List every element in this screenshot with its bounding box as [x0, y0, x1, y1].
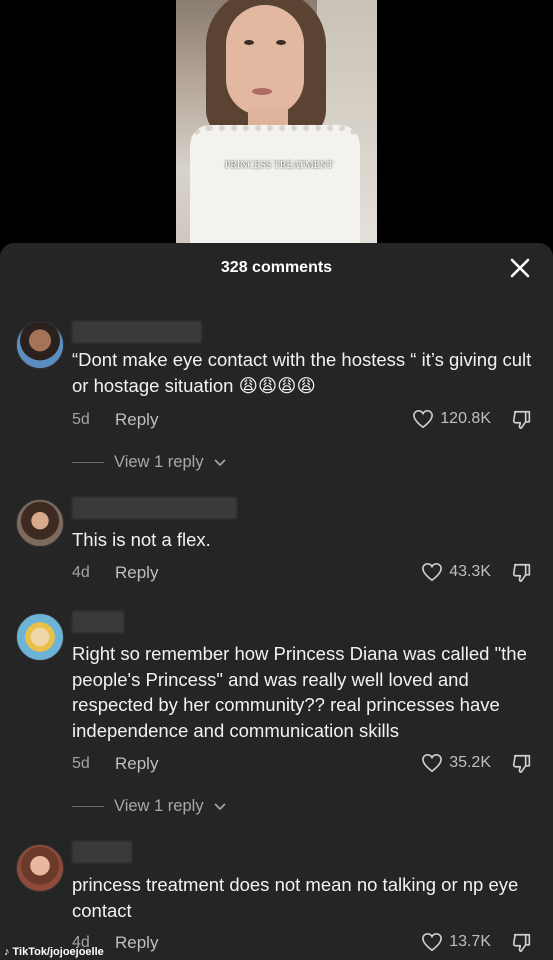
divider — [72, 806, 104, 807]
avatar[interactable] — [16, 321, 64, 369]
username-redacted[interactable] — [72, 321, 202, 343]
right-eye — [276, 40, 286, 45]
like-button[interactable]: 13.7K — [421, 932, 491, 952]
watermark: ♪ TikTok/jojoejoelle — [4, 946, 104, 958]
thumbs-down-icon[interactable] — [511, 409, 533, 431]
reply-button[interactable]: Reply — [115, 410, 158, 430]
comment-text: Right so remember how Princess Diana was… — [72, 643, 527, 741]
avatar[interactable] — [16, 613, 64, 661]
view-replies-label: View 1 reply — [114, 797, 204, 815]
tiktok-icon: ♪ — [4, 946, 10, 958]
comment-text: This is not a flex. — [72, 529, 211, 550]
username-redacted[interactable] — [72, 497, 237, 519]
lace-top — [190, 125, 360, 243]
view-replies-button[interactable]: View 1 reply — [72, 797, 226, 816]
video-preview[interactable]: PRINCESS TREATMENT — [176, 0, 377, 243]
avatar[interactable] — [16, 499, 64, 547]
thumbs-down-icon[interactable] — [511, 753, 533, 775]
comment-text: princess treatment does not mean no talk… — [72, 874, 519, 921]
comment-age: 5d — [72, 755, 90, 772]
heart-icon — [422, 753, 443, 773]
reply-button[interactable]: Reply — [115, 754, 158, 774]
watermark-label: TikTok/jojoejoelle — [12, 946, 104, 958]
heart-icon — [422, 562, 443, 582]
like-count: 13.7K — [449, 933, 491, 950]
left-eye — [244, 40, 254, 45]
like-button[interactable]: 43.3K — [421, 562, 491, 582]
divider — [72, 462, 104, 463]
mouth — [252, 88, 272, 95]
comment-text: “Dont make eye contact with the hostess … — [72, 349, 532, 396]
comment-age: 5d — [72, 411, 90, 428]
comments-sheet: 328 comments “Dont make eye contact with… — [0, 243, 553, 960]
chevron-down-icon — [214, 802, 226, 810]
username-redacted[interactable] — [72, 611, 124, 633]
view-replies-button[interactable]: View 1 reply — [72, 453, 226, 472]
face — [226, 5, 304, 115]
like-count: 43.3K — [449, 563, 491, 580]
comments-count: 328 comments — [220, 259, 333, 276]
chevron-down-icon — [214, 458, 226, 466]
reply-button[interactable]: Reply — [115, 563, 158, 583]
like-count: 35.2K — [449, 754, 491, 771]
avatar[interactable] — [16, 844, 64, 892]
close-icon[interactable] — [509, 257, 531, 279]
reply-button[interactable]: Reply — [115, 933, 158, 953]
video-caption: PRINCESS TREATMENT — [224, 160, 334, 171]
thumbs-down-icon[interactable] — [511, 932, 533, 954]
like-button[interactable]: 120.8K — [412, 409, 491, 429]
thumbs-down-icon[interactable] — [511, 562, 533, 584]
heart-icon — [413, 409, 434, 429]
username-redacted[interactable] — [72, 841, 132, 863]
like-button[interactable]: 35.2K — [421, 753, 491, 773]
view-replies-label: View 1 reply — [114, 453, 204, 471]
like-count: 120.8K — [440, 410, 491, 427]
heart-icon — [422, 932, 443, 952]
comment-age: 4d — [72, 564, 90, 581]
